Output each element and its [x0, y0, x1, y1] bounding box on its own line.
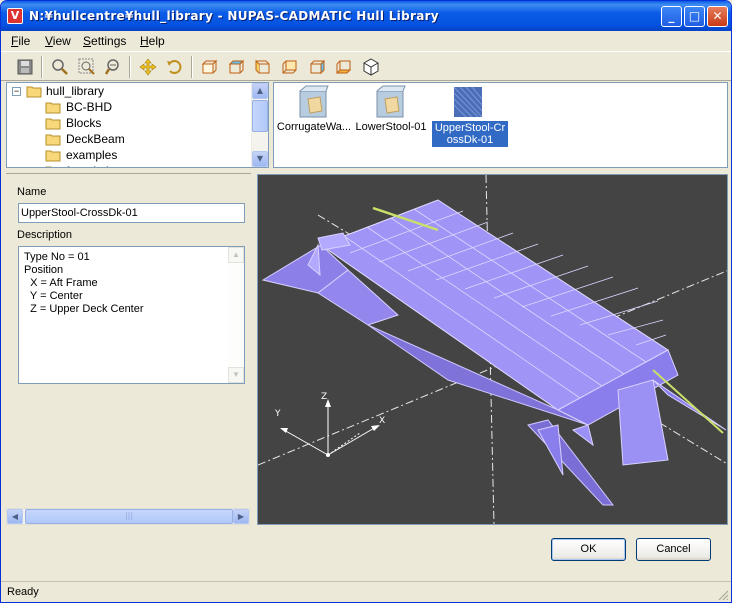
description-line: Z = Upper Deck Center [24, 303, 144, 315]
folder-icon [45, 118, 61, 130]
title-bar[interactable]: V N:¥hullcentre¥hull_library - NUPAS-CAD… [1, 1, 731, 31]
status-bar: Ready [1, 581, 731, 602]
folder-tree[interactable]: − hull_library BC-BHD Blocks DeckBeam ex… [6, 82, 269, 168]
scroll-down-icon[interactable]: ▼ [228, 367, 244, 383]
tree-item-deckbeam[interactable]: DeckBeam [7, 131, 252, 147]
ok-button[interactable]: OK [551, 538, 626, 561]
tree-item-examples[interactable]: examples [7, 147, 252, 163]
minimize-button[interactable]: _ [661, 6, 682, 27]
file-item-label: UpperStool-Cr ossDk-01 [432, 121, 508, 147]
menu-settings[interactable]: Settings [83, 34, 126, 48]
view-iso-icon[interactable] [361, 57, 381, 77]
axis-y-label: Y [274, 409, 281, 419]
view-top-icon[interactable] [226, 57, 246, 77]
name-label: Name [17, 186, 47, 198]
menu-bar: File View Settings Help [1, 31, 731, 51]
description-line: Position [24, 264, 64, 276]
zoom-out-icon[interactable] [104, 57, 124, 77]
scroll-up-icon[interactable]: ▲ [252, 83, 268, 99]
main-window: V N:¥hullcentre¥hull_library - NUPAS-CAD… [0, 0, 732, 603]
description-line: X = Aft Frame [24, 277, 98, 289]
scroll-right-icon[interactable]: ▶ [233, 509, 249, 524]
file-item-corrugate[interactable]: CorrugateWa... [274, 85, 354, 149]
axis-x-label: X [379, 416, 385, 426]
zoom-window-icon[interactable] [77, 57, 97, 77]
collapse-icon[interactable]: − [12, 87, 21, 96]
status-text: Ready [7, 586, 39, 598]
rotate-icon[interactable] [165, 57, 185, 77]
3d-viewport[interactable]: Z X Y [257, 174, 728, 525]
properties-hscrollbar[interactable]: ◀ ||| ▶ [6, 508, 250, 525]
tree-item-label: examples [66, 148, 118, 162]
resize-grip-icon[interactable] [717, 589, 729, 601]
view-right-icon[interactable] [307, 57, 327, 77]
description-line: Y = Center [24, 290, 83, 302]
scroll-thumb[interactable]: ||| [25, 509, 233, 524]
zoom-in-icon[interactable] [50, 57, 70, 77]
folder-open-icon [26, 86, 42, 98]
name-field[interactable]: UpperStool-CrossDk-01 [18, 203, 245, 223]
maximize-button[interactable]: □ [684, 6, 705, 27]
tree-item-root[interactable]: − hull_library [7, 83, 252, 99]
save-icon[interactable] [15, 57, 35, 77]
window-title: N:¥hullcentre¥hull_library - NUPAS-CADMA… [29, 9, 439, 23]
scroll-left-icon[interactable]: ◀ [7, 509, 23, 524]
tree-item-foundations[interactable]: foundations [7, 163, 252, 167]
tree-item-label: foundations [66, 164, 128, 167]
tree-item-blocks[interactable]: Blocks [7, 115, 252, 131]
scroll-down-icon[interactable]: ▼ [252, 151, 268, 167]
tree-item-label: DeckBeam [66, 132, 125, 146]
file-item-lowerstool[interactable]: LowerStool-01 [351, 85, 431, 149]
description-scrollbar[interactable]: ▲ ▼ [228, 247, 244, 383]
file-item-label: LowerStool-01 [355, 121, 427, 133]
tree-item-bc-bhd[interactable]: BC-BHD [7, 99, 252, 115]
model-render: Z X Y [258, 175, 727, 524]
close-button[interactable]: ✕ [707, 6, 728, 27]
file-list[interactable]: CorrugateWa... LowerStool-01 UpperStool-… [273, 82, 728, 168]
view-front-icon[interactable] [199, 57, 219, 77]
tree-item-label: BC-BHD [66, 100, 113, 114]
view-bottom-icon[interactable] [334, 57, 354, 77]
panel-splitter[interactable] [252, 173, 256, 525]
description-label: Description [17, 229, 73, 241]
properties-panel: Name UpperStool-CrossDk-01 Description T… [6, 173, 251, 523]
menu-help[interactable]: Help [140, 34, 165, 48]
scroll-up-icon[interactable]: ▲ [228, 247, 244, 263]
pan-icon[interactable] [138, 57, 158, 77]
description-field[interactable]: Type No = 01 Position X = Aft Frame Y = … [18, 246, 245, 384]
part-thumbnail-icon [376, 85, 406, 118]
scroll-thumb[interactable] [252, 100, 268, 132]
part-thumbnail-icon [453, 86, 483, 118]
part-thumbnail-icon [299, 85, 329, 118]
tree-item-label: hull_library [46, 84, 105, 98]
file-item-label: CorrugateWa... [276, 121, 352, 133]
menu-view[interactable]: View [45, 34, 71, 48]
description-line: Type No = 01 [24, 251, 90, 263]
folder-icon [45, 134, 61, 146]
tree-scrollbar[interactable]: ▲ ▼ [251, 83, 268, 167]
folder-icon [45, 166, 52, 167]
folder-icon [45, 150, 61, 162]
cancel-button[interactable]: Cancel [636, 538, 711, 561]
tree-item-label: Blocks [66, 116, 102, 130]
app-icon[interactable]: V [7, 8, 23, 24]
file-item-upperstool[interactable]: UpperStool-Cr ossDk-01 [428, 85, 508, 149]
folder-icon [45, 102, 61, 114]
toolbar [1, 51, 731, 81]
view-side-icon[interactable] [253, 57, 273, 77]
menu-file[interactable]: File [11, 34, 30, 48]
view-back-icon[interactable] [280, 57, 300, 77]
axis-z-label: Z [321, 392, 327, 402]
